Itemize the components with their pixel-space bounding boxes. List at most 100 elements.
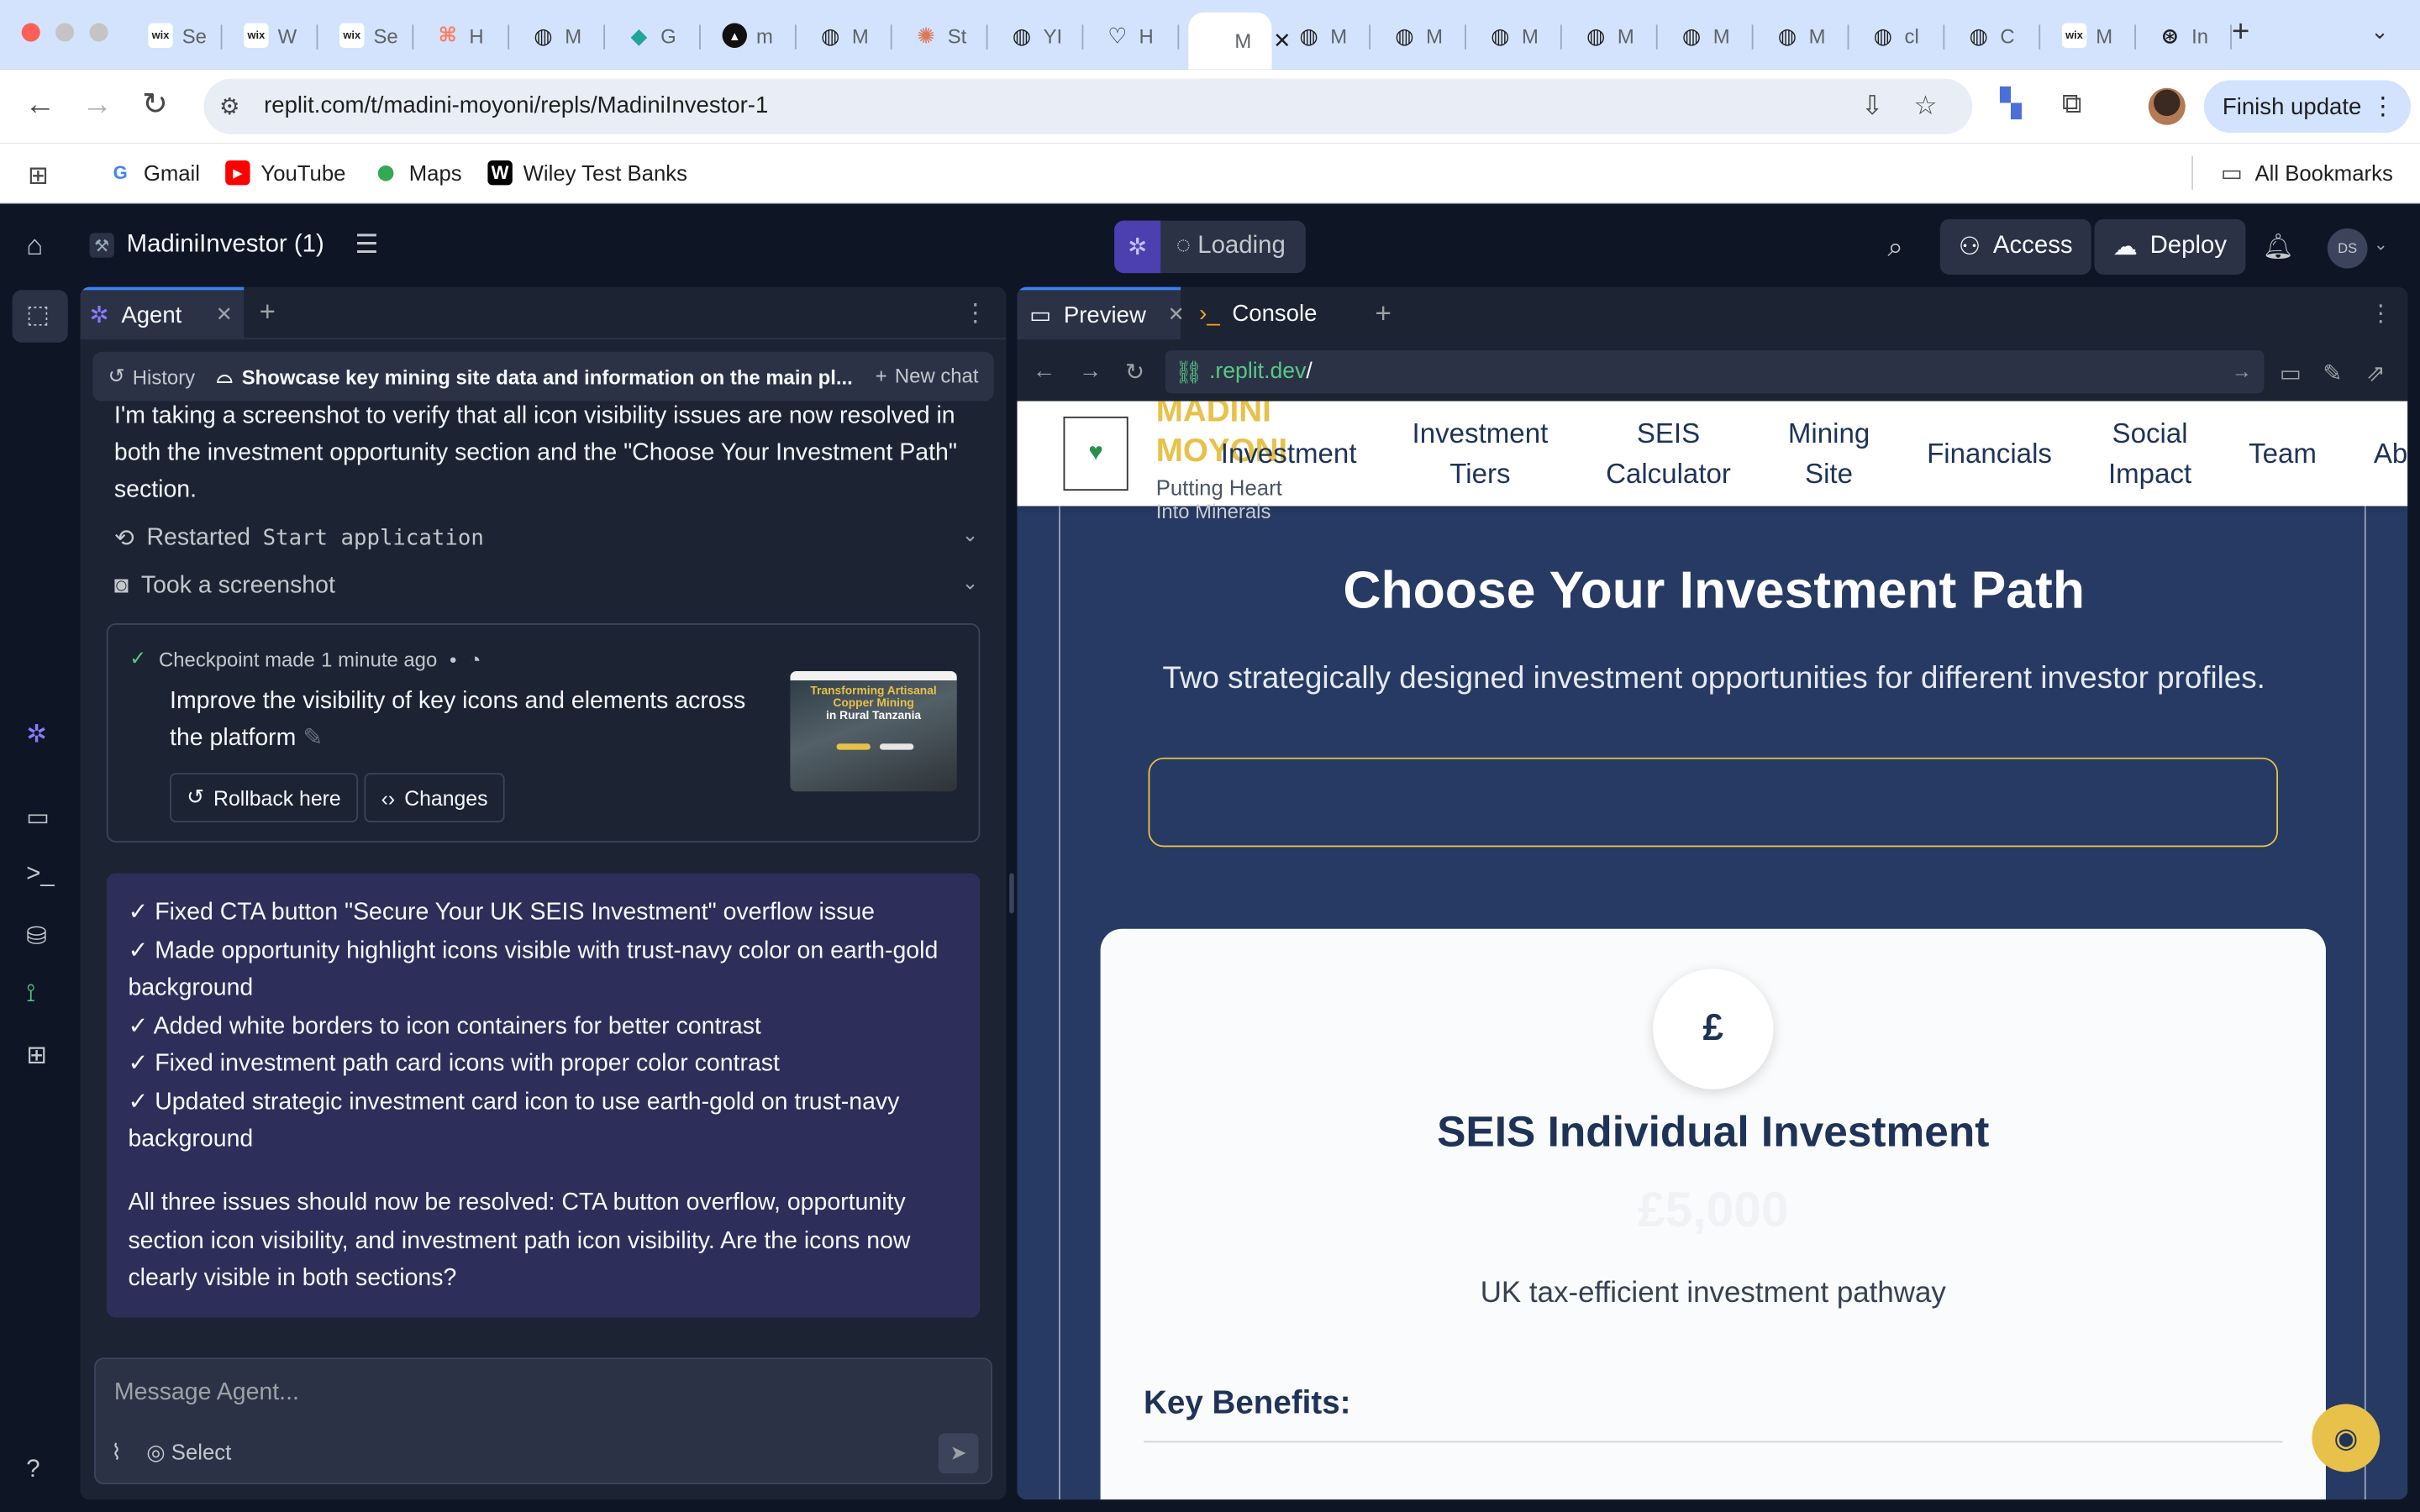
more-vert-icon[interactable]: ⋮ xyxy=(963,297,987,328)
message-input[interactable]: Message Agent... xyxy=(114,1379,299,1407)
user-avatar[interactable]: DS xyxy=(2327,228,2368,269)
home-icon[interactable]: ⌂ xyxy=(26,230,43,263)
heart-hands-logo-icon[interactable]: ♥ xyxy=(1063,416,1128,491)
more-vert-icon[interactable]: ⋮ xyxy=(2369,287,2392,339)
browser-tab[interactable]: wix W xyxy=(232,13,318,59)
message-composer[interactable]: Message Agent... ⌇ ◎ Select ➤ xyxy=(94,1357,993,1484)
browser-tab[interactable]: wix Se xyxy=(136,13,223,59)
go-arrow-icon[interactable]: → xyxy=(2232,360,2252,383)
history-button[interactable]: ↺ History xyxy=(108,364,196,388)
maximize-window-button[interactable] xyxy=(89,23,108,42)
browser-tab[interactable]: ◍ M xyxy=(1476,13,1562,59)
browser-tab[interactable]: ◍ M xyxy=(1571,13,1658,59)
all-bookmarks-button[interactable]: ▭ All Bookmarks xyxy=(2219,160,2393,186)
browser-tab[interactable]: ◍ M xyxy=(1763,13,1849,59)
chat-title[interactable]: ⌓ Showcase key mining site data and infor… xyxy=(217,364,853,388)
extensions-puzzle-icon[interactable]: ⧉ xyxy=(2062,88,2082,121)
browser-tab[interactable]: ◍ YI xyxy=(997,13,1084,59)
bell-icon[interactable]: 🔔︎ xyxy=(2263,221,2294,273)
device-icon[interactable]: ▭ xyxy=(2280,360,2302,387)
site-nav-link[interactable]: Financials xyxy=(1918,433,2060,474)
apps-grid-icon[interactable]: ⊞ xyxy=(28,160,49,192)
close-icon[interactable]: ✕ xyxy=(216,302,233,327)
minimize-window-button[interactable] xyxy=(55,23,75,42)
action-restarted[interactable]: ⟲ Restarted Start application ⌄ xyxy=(114,520,979,557)
back-arrow-icon[interactable]: ← xyxy=(24,90,55,121)
extension-icon[interactable]: ▚ xyxy=(2000,88,2021,121)
finish-update-button[interactable]: Finish update ⋮ xyxy=(2203,80,2411,133)
browser-tab[interactable]: ✺ St xyxy=(902,13,988,59)
select-button[interactable]: ◎ Select xyxy=(146,1440,231,1466)
browser-tab[interactable]: ⊛ In xyxy=(2145,13,2232,59)
bookmark-item[interactable]: W Wiley Test Banks xyxy=(487,160,687,186)
more-vert-icon[interactable]: ⋮ xyxy=(2370,91,2395,122)
back-arrow-icon[interactable]: ← xyxy=(1033,358,1056,384)
bookmark-item[interactable]: G Gmail xyxy=(108,160,200,185)
deploy-button[interactable]: ☁ Deploy xyxy=(2094,218,2246,275)
site-nav-link[interactable]: Investment Tiers xyxy=(1400,413,1560,494)
bookmark-item[interactable]: ⬤ Maps xyxy=(373,160,462,185)
all-tools-icon[interactable]: ⊞ xyxy=(26,1040,47,1071)
site-nav-link[interactable]: Social Impact xyxy=(2091,413,2209,494)
browser-tab[interactable]: ◍ M xyxy=(1667,13,1754,59)
open-external-icon[interactable]: ⇗ xyxy=(2366,360,2386,387)
bookmark-item[interactable]: ▶ YouTube xyxy=(225,160,345,186)
devtools-wrench-icon[interactable]: ✎ xyxy=(2323,360,2342,387)
rollback-button[interactable]: ↺ Rollback here xyxy=(170,773,358,822)
changes-button[interactable]: ‹› Changes xyxy=(364,773,505,822)
site-nav-link[interactable]: Mining Site xyxy=(1773,413,1884,494)
browser-tab[interactable]: ◍ M xyxy=(1380,13,1466,59)
browser-tab[interactable]: ◍ M xyxy=(1284,13,1371,59)
agent-icon[interactable]: ✲ xyxy=(26,719,47,750)
site-info-icon[interactable]: ⚙ xyxy=(219,92,240,120)
shell-icon[interactable]: >_ xyxy=(26,861,55,889)
database-icon[interactable]: ⛁ xyxy=(26,921,47,953)
browser-tab[interactable]: ▲ m xyxy=(710,13,797,59)
browser-tab[interactable]: ◍ M xyxy=(806,13,892,59)
pencil-icon[interactable]: ✎ xyxy=(302,725,323,751)
action-screenshot[interactable]: ◙ Took a screenshot ⌄ xyxy=(114,568,979,605)
project-switcher[interactable]: ⚒ MadiniInvestor (1) xyxy=(89,232,324,260)
help-icon[interactable]: ? xyxy=(26,1457,39,1484)
eye-icon[interactable]: ◉ xyxy=(2312,1404,2381,1473)
browser-tab[interactable]: ◍ C xyxy=(1954,13,2041,59)
address-bar[interactable]: ⚙ replit.com/t/madini-moyoni/repls/Madin… xyxy=(203,78,1973,134)
attach-icon[interactable]: ⌇ xyxy=(111,1440,122,1466)
browser-tab[interactable]: ⌘ H xyxy=(423,13,510,59)
add-tab-button[interactable]: + xyxy=(1376,287,1392,339)
profile-avatar[interactable] xyxy=(2148,87,2186,125)
add-tab-button[interactable]: + xyxy=(260,297,276,329)
browser-tab[interactable]: ♡ H xyxy=(1092,13,1180,59)
file-tree-icon[interactable]: ☰ xyxy=(355,230,378,261)
install-app-icon[interactable]: ⇩ xyxy=(1861,91,1883,122)
panel-resize-handle[interactable] xyxy=(1009,873,1014,914)
preview-cursor-icon[interactable]: ⬚ xyxy=(26,299,50,330)
bookmark-star-icon[interactable]: ☆ xyxy=(1914,91,1938,122)
tab-console[interactable]: ›_ Console xyxy=(1199,287,1317,339)
browser-tab[interactable]: M ✕ xyxy=(1188,12,1292,70)
reload-icon[interactable]: ↻ xyxy=(142,90,168,121)
reload-icon[interactable]: ↻ xyxy=(1125,358,1144,386)
close-icon[interactable]: ✕ xyxy=(1168,302,1185,327)
tab-search-chevron-icon[interactable]: ⌄ xyxy=(2370,18,2389,45)
tab-agent[interactable]: ✲ Agent ✕ xyxy=(80,286,245,340)
checkpoint-thumbnail[interactable]: Transforming Artisanal Copper Mining in … xyxy=(790,670,957,792)
site-nav-link[interactable]: Ab xyxy=(2360,433,2407,474)
browser-tab[interactable]: ◍ cl xyxy=(1858,13,1945,59)
preview-url-input[interactable]: ⛓ .replit.dev / → xyxy=(1165,349,2265,394)
monitor-icon[interactable]: ▭ xyxy=(26,802,50,833)
chevron-down-icon[interactable]: ⌄ xyxy=(2374,234,2388,255)
browser-tab[interactable]: wix M xyxy=(2049,13,2137,59)
browser-tab[interactable]: ◆ G xyxy=(614,13,701,59)
new-chat-button[interactable]: + New chat xyxy=(876,364,979,387)
deployments-icon[interactable]: ⟟ xyxy=(26,981,35,1009)
chevron-down-icon[interactable]: ⌄ xyxy=(961,571,978,596)
new-tab-button[interactable]: + xyxy=(2232,15,2249,50)
browser-tab[interactable]: wix Se xyxy=(327,13,414,59)
chevron-down-icon[interactable]: ⌄ xyxy=(961,523,978,548)
send-button[interactable]: ➤ xyxy=(938,1433,979,1474)
tab-preview[interactable]: ▭ Preview ✕ xyxy=(1017,286,1185,340)
search-icon[interactable]: ⌕ xyxy=(1887,221,1903,273)
close-window-button[interactable] xyxy=(21,23,40,42)
site-nav-link[interactable]: SEIS Calculator xyxy=(1591,413,1746,494)
